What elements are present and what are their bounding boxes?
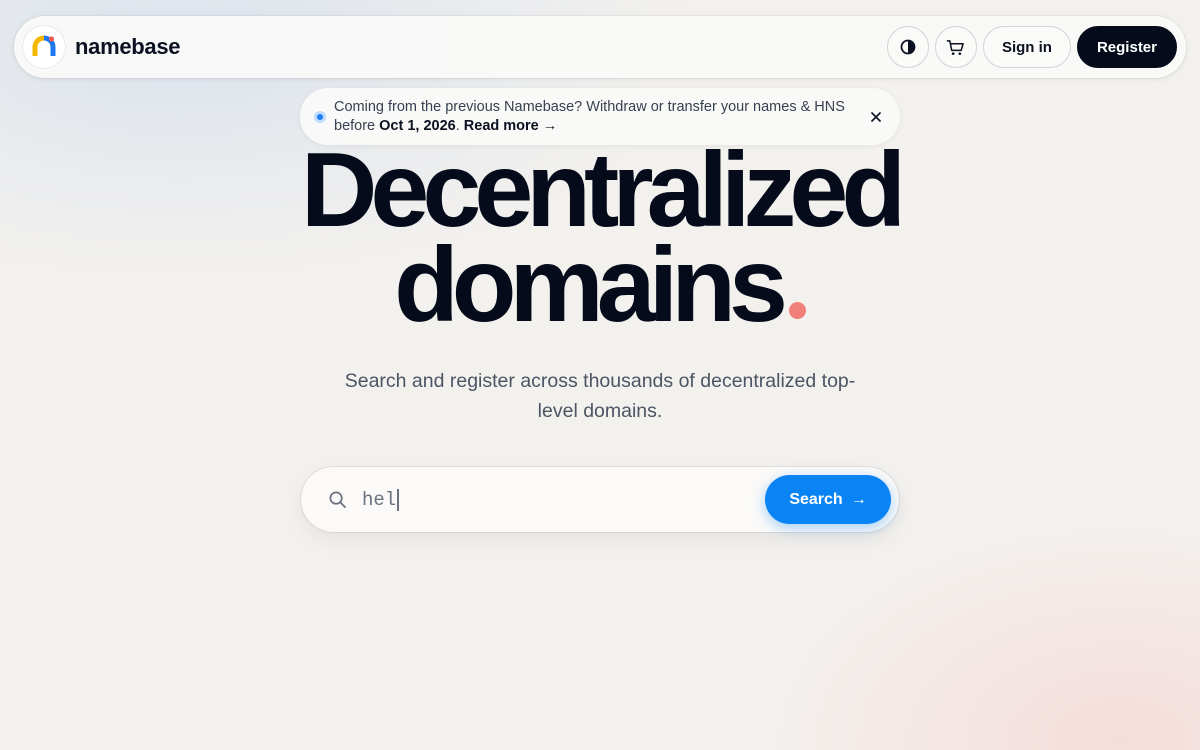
search-input-value: hel [362, 488, 397, 511]
arrow-right-icon: → [850, 490, 867, 508]
hero-title: Decentralized domains [0, 131, 1200, 338]
announcement-text: Coming from the previous Namebase? Withd… [334, 98, 864, 136]
shopping-cart-icon [947, 39, 965, 55]
hero-title-line-2: domains [0, 232, 1200, 338]
hero-title-line-1: Decentralized [300, 131, 906, 249]
cart-button[interactable] [934, 26, 977, 68]
header-actions: Sign in Register [886, 26, 1177, 68]
search-button[interactable]: Search → [765, 475, 891, 524]
close-icon [871, 111, 881, 122]
close-banner-button[interactable] [866, 107, 886, 127]
hero-subtitle: Search and register across thousands of … [344, 370, 856, 422]
register-button[interactable]: Register [1076, 26, 1177, 68]
brand[interactable]: namebase [23, 26, 181, 68]
top-navbar: namebase Sign in Register [14, 16, 1186, 78]
info-dot-icon [314, 110, 326, 123]
half-circle-contrast-icon [900, 39, 916, 55]
hero-title-line-2-text: domains [394, 226, 788, 344]
text-caret [397, 488, 399, 511]
sign-in-button[interactable]: Sign in [982, 26, 1071, 68]
brand-name[interactable]: namebase [75, 34, 181, 60]
theme-toggle-button[interactable] [886, 26, 929, 68]
search-icon [327, 490, 347, 510]
accent-dot-icon [788, 302, 806, 319]
search-button-label: Search [789, 490, 843, 508]
namebase-logo-icon[interactable] [23, 26, 65, 68]
domain-search-bar: hel Search → [301, 467, 899, 532]
search-input[interactable]: hel [362, 488, 399, 511]
